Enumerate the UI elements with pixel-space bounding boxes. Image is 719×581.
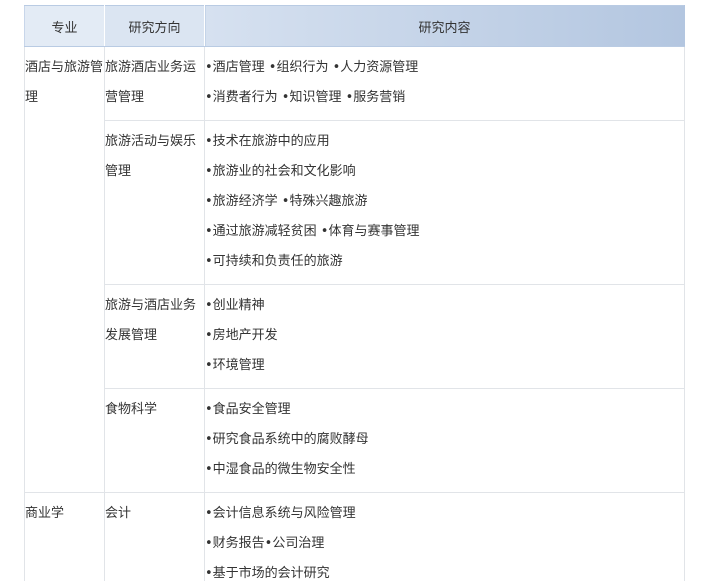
table-row: 旅游与酒店业务发展管理 •创业精神 •房地产开发 •环境管理 [25, 284, 685, 389]
content-item: •会计信息系统与风险管理 [205, 506, 356, 521]
content-item: •基于市场的会计研究 [205, 566, 330, 581]
table-row: 食物科学 •食品安全管理 •研究食品系统中的腐败酵母 •中湿食品的微生物安全性 [25, 388, 685, 493]
table-row: 酒店与旅游管理 旅游酒店业务运营管理 •酒店管理 •组织行为 •人力资源管理 •… [24, 46, 685, 493]
content-item: •旅游业的社会和文化影响 [205, 164, 356, 179]
content-item: •中湿食品的微生物安全性 [205, 462, 356, 477]
content-item: •创业精神 [205, 298, 265, 313]
header-content: 研究内容 [204, 5, 685, 47]
direction-label: 旅游酒店业务运营管理 [105, 60, 197, 105]
research-table: 专业 研究方向 研究内容 酒店与旅游管理 旅游酒店业务运营管理 •酒店管理 •组… [24, 5, 685, 581]
header-major: 专业 [24, 5, 105, 47]
direction-label: 旅游活动与娱乐管理 [105, 134, 197, 179]
content-item: •酒店管理 •组织行为 •人力资源管理 [205, 60, 419, 75]
major-cell-business: 商业学 [24, 492, 105, 581]
content-cell: •技术在旅游中的应用 •旅游业的社会和文化影响 •旅游经济学 •特殊兴趣旅游 •… [204, 120, 685, 285]
content-cell: •食品安全管理 •研究食品系统中的腐败酵母 •中湿食品的微生物安全性 [204, 388, 685, 493]
content-item: •旅游经济学 •特殊兴趣旅游 [205, 194, 368, 209]
content-item: •食品安全管理 [205, 402, 291, 417]
header-row: 专业 研究方向 研究内容 [24, 5, 685, 47]
content-cell: •创业精神 •房地产开发 •环境管理 [204, 284, 685, 389]
content-cell: •酒店管理 •组织行为 •人力资源管理 •消费者行为 •知识管理 •服务营销 [204, 46, 685, 121]
table-body: 酒店与旅游管理 旅游酒店业务运营管理 •酒店管理 •组织行为 •人力资源管理 •… [24, 46, 685, 581]
content-item: •消费者行为 •知识管理 •服务营销 [205, 90, 406, 105]
content-item: •财务报告•公司治理 [205, 536, 325, 551]
direction-cell: 旅游酒店业务运营管理 [104, 46, 205, 121]
direction-cell: 食物科学 [104, 388, 205, 493]
major-cell-hospitality: 酒店与旅游管理 [24, 46, 105, 493]
header-direction: 研究方向 [104, 5, 205, 47]
direction-label: 会计 [105, 506, 132, 521]
direction-cell: 旅游与酒店业务发展管理 [104, 284, 205, 389]
content-item: •房地产开发 [205, 328, 278, 343]
major-label: 商业学 [25, 506, 65, 521]
content-item: •技术在旅游中的应用 [205, 134, 330, 149]
direction-label: 旅游与酒店业务发展管理 [105, 298, 197, 343]
direction-cell: 旅游活动与娱乐管理 [104, 120, 205, 285]
table-row: 旅游活动与娱乐管理 •技术在旅游中的应用 •旅游业的社会和文化影响 •旅游经济学… [25, 120, 685, 285]
direction-cell: 会计 [104, 492, 205, 581]
table-row: 商业学 会计 •会计信息系统与风险管理 •财务报告•公司治理 •基于市场的会计研… [24, 492, 685, 581]
major-label: 酒店与旅游管理 [25, 60, 104, 105]
content-item: •研究食品系统中的腐败酵母 [205, 432, 369, 447]
table-header: 专业 研究方向 研究内容 [24, 5, 685, 47]
content-cell: •会计信息系统与风险管理 •财务报告•公司治理 •基于市场的会计研究 [204, 492, 685, 581]
content-item: •可持续和负责任的旅游 [205, 254, 343, 269]
content-item: •通过旅游减轻贫困 •体育与赛事管理 [205, 224, 420, 239]
direction-label: 食物科学 [105, 402, 158, 417]
content-item: •环境管理 [205, 358, 265, 373]
